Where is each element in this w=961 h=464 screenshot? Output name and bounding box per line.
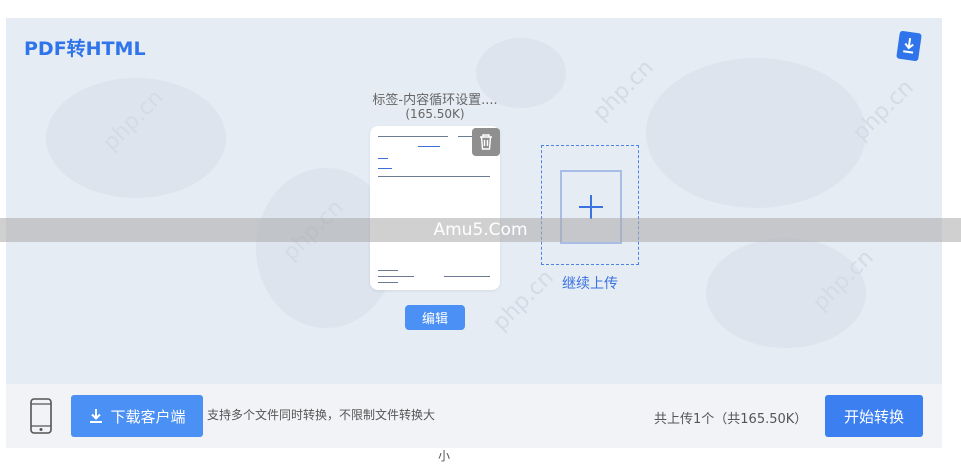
download-client-button[interactable]: 下载客户端 bbox=[71, 395, 203, 437]
phone-icon bbox=[30, 398, 52, 434]
continue-upload-label[interactable]: 继续上传 bbox=[541, 273, 639, 293]
trash-icon[interactable] bbox=[472, 128, 500, 156]
edit-button[interactable]: 编辑 bbox=[405, 305, 465, 330]
file-name: 标签-内容循环设置.... bbox=[372, 93, 498, 108]
start-convert-button[interactable]: 开始转换 bbox=[825, 395, 923, 437]
upload-total: 共上传1个（共165.50K） bbox=[654, 412, 808, 427]
support-hint: 支持多个文件同时转换，不限制文件转换大 bbox=[207, 408, 436, 422]
background-splash bbox=[646, 58, 866, 208]
download-icon bbox=[90, 409, 103, 423]
download-file-icon[interactable] bbox=[896, 30, 922, 62]
background-splash bbox=[46, 78, 226, 198]
file-size: (165.50K) bbox=[405, 107, 465, 121]
support-hint-continued: 小 bbox=[438, 449, 451, 463]
overlay-watermark: Amu5.Com bbox=[433, 220, 528, 240]
upload-panel: php.cn php.cn php.cn php.cn php.cn php.c… bbox=[6, 18, 942, 384]
page-title: PDF转HTML bbox=[24, 38, 146, 60]
continue-upload-dropzone[interactable] bbox=[541, 145, 639, 265]
footer-bar: 下载客户端 支持多个文件同时转换，不限制文件转换大 共上传1个（共165.50K… bbox=[6, 384, 942, 448]
download-client-label: 下载客户端 bbox=[110, 407, 186, 426]
